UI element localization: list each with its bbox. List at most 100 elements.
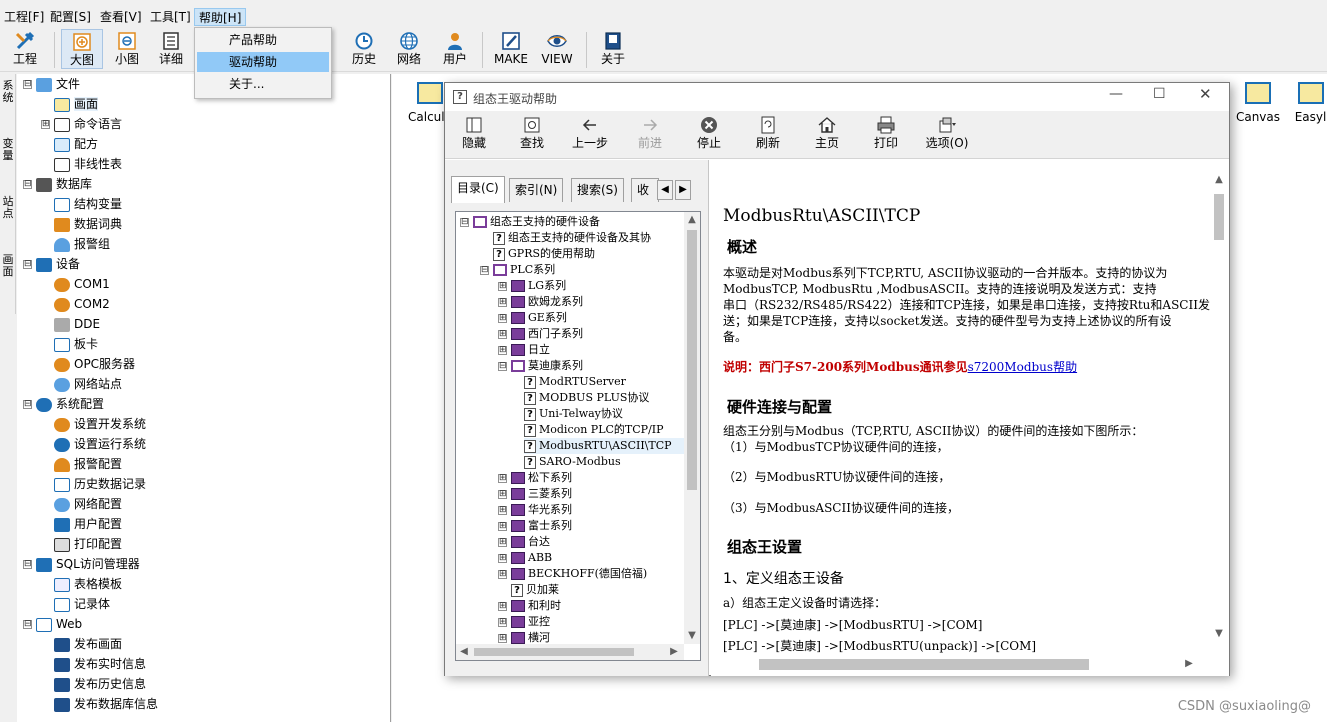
tree-node-nonlinear-table[interactable]: 非线性表	[41, 154, 122, 174]
menu-view[interactable]: 查看[V]	[96, 8, 146, 26]
tree-node-struct-variables[interactable]: 结构变量	[41, 194, 122, 214]
vtab-system[interactable]: 系统	[1, 80, 15, 104]
vtab-screens[interactable]: 画面	[1, 254, 15, 278]
menu-item-about[interactable]: 关于...	[197, 74, 329, 94]
toc-item[interactable]: ⊞ 台达	[498, 534, 550, 550]
menu-item-product-help[interactable]: 产品帮助	[197, 30, 329, 50]
toc-item[interactable]: ? 组态王支持的硬件设备及其协	[480, 230, 651, 246]
toc-item[interactable]: ⊞ ABB	[498, 550, 552, 566]
forward-button[interactable]: 前进	[623, 115, 677, 151]
tree-node-network-station[interactable]: 网络站点	[41, 374, 122, 394]
close-button[interactable]: ✕	[1199, 85, 1212, 103]
refresh-button[interactable]: 刷新	[741, 115, 795, 151]
toc-item[interactable]: ⊞ 和利时	[498, 598, 561, 614]
tree-node-data-dictionary[interactable]: 数据词典	[41, 214, 122, 234]
workspace-item-canvas[interactable]: Canvas	[1234, 82, 1282, 128]
options-button[interactable]: 选项(O)	[917, 115, 977, 151]
print-button[interactable]: 打印	[859, 115, 913, 151]
tree-node-web[interactable]: ⊟ Web	[23, 614, 82, 634]
tree-node-alarm-group[interactable]: 报警组	[41, 234, 110, 254]
tree-node-file[interactable]: ⊟ 文件	[23, 74, 80, 94]
detail-button[interactable]: 详细	[152, 29, 190, 69]
toc-item[interactable]: ⊟ 莫迪康系列	[498, 358, 583, 374]
tree-node-network-config[interactable]: 网络配置	[41, 494, 122, 514]
toc-item[interactable]: ? Modicon PLC的TCP/IP	[524, 422, 684, 438]
toc-item[interactable]: ⊞ 欧姆龙系列	[498, 294, 583, 310]
tree-node-device[interactable]: ⊟ 设备	[23, 254, 80, 274]
toc-item[interactable]: ⊞ 日立	[498, 342, 550, 358]
toc-item[interactable]: ? SARO-Modbus	[524, 454, 621, 470]
scroll-right-arrow-icon[interactable]: ▶	[666, 644, 682, 660]
content-vertical-scrollbar[interactable]: ▲ ▼	[1211, 170, 1227, 644]
about-button[interactable]: 关于	[594, 29, 632, 69]
hide-button[interactable]: 隐藏	[447, 115, 501, 151]
tree-node-publish-realtime[interactable]: 发布实时信息	[41, 654, 146, 674]
tab-favorites[interactable]: 收	[631, 178, 659, 202]
scrollbar-thumb[interactable]	[687, 230, 697, 490]
minimize-button[interactable]: —	[1109, 86, 1123, 102]
workspace-item-easyl[interactable]: Easyl	[1294, 82, 1327, 128]
tree-node-publish-screen[interactable]: 发布画面	[41, 634, 122, 654]
find-button[interactable]: 查找	[505, 115, 559, 151]
scrollbar-thumb[interactable]	[759, 659, 1089, 670]
tree-node-record-body[interactable]: 记录体	[41, 594, 110, 614]
network-button[interactable]: 网络	[390, 29, 428, 69]
content-horizontal-scrollbar[interactable]: ▶	[711, 656, 1211, 672]
toc-item[interactable]: ⊞ 三菱系列	[498, 486, 572, 502]
toc-vertical-scrollbar[interactable]: ▲ ▼	[684, 212, 700, 644]
tab-index[interactable]: 索引(N)	[509, 178, 564, 202]
toc-horizontal-scrollbar[interactable]: ◀ ▶	[456, 644, 684, 660]
tree-node-board[interactable]: 板卡	[41, 334, 98, 354]
scroll-down-arrow-icon[interactable]: ▼	[684, 628, 700, 644]
small-icon-button[interactable]: 小图	[108, 29, 146, 69]
tree-node-publish-database[interactable]: 发布数据库信息	[41, 694, 158, 714]
tree-node-dev-settings[interactable]: 设置开发系统	[41, 414, 146, 434]
menu-config[interactable]: 配置[S]	[46, 8, 95, 26]
toc-item[interactable]: ⊞ 西门子系列	[498, 326, 583, 342]
tree-node-sql-manager[interactable]: ⊟ SQL访问管理器	[23, 554, 140, 574]
tree-node-system-config[interactable]: ⊟ 系统配置	[23, 394, 104, 414]
toc-item[interactable]: ⊞ 华光系列	[498, 502, 572, 518]
tree-node-dde[interactable]: DDE	[41, 314, 100, 334]
toc-item[interactable]: ? Uni-Telway协议	[524, 406, 623, 422]
vtab-stations[interactable]: 站点	[1, 196, 15, 220]
toc-item[interactable]: ⊞ 松下系列	[498, 470, 572, 486]
menu-tools[interactable]: 工具[T]	[146, 8, 195, 26]
tree-node-table-template[interactable]: 表格模板	[41, 574, 122, 594]
home-button[interactable]: 主页	[800, 115, 854, 151]
toc-item[interactable]: ? MODBUS PLUS协议	[524, 390, 649, 406]
tree-node-runtime-settings[interactable]: 设置运行系统	[41, 434, 146, 454]
tree-node-recipe[interactable]: 配方	[41, 134, 98, 154]
tree-node-com1[interactable]: COM1	[41, 274, 110, 294]
tree-node-user-config[interactable]: 用户配置	[41, 514, 122, 534]
tree-node-screen[interactable]: 画面	[41, 94, 99, 114]
toc-item[interactable]: ⊞ BECKHOFF(德国倍福)	[498, 566, 647, 582]
tab-contents[interactable]: 目录(C)	[451, 176, 505, 203]
make-button[interactable]: MAKE	[490, 29, 532, 69]
tree-node-print-config[interactable]: 打印配置	[41, 534, 122, 554]
tree-node-com2[interactable]: COM2	[41, 294, 110, 314]
tab-search[interactable]: 搜索(S)	[571, 178, 624, 202]
tree-node-publish-history[interactable]: 发布历史信息	[41, 674, 146, 694]
history-button[interactable]: 历史	[346, 29, 382, 69]
tab-scroll-left-button[interactable]: ◀	[657, 180, 673, 200]
toc-item[interactable]: ? ModRTUServer	[524, 374, 626, 390]
scrollbar-thumb[interactable]	[474, 648, 634, 656]
toc-item[interactable]: ⊞ LG系列	[498, 278, 566, 294]
scroll-down-arrow-icon[interactable]: ▼	[1211, 626, 1227, 642]
scroll-up-arrow-icon[interactable]: ▲	[684, 212, 700, 228]
stop-button[interactable]: 停止	[682, 115, 736, 151]
toc-item[interactable]: ⊞ 亚控	[498, 614, 550, 630]
menu-help[interactable]: 帮助[H]	[194, 8, 247, 26]
back-button[interactable]: 上一步	[563, 115, 617, 151]
toc-item[interactable]: ⊟ PLC系列	[480, 262, 555, 278]
view-button[interactable]: VIEW	[536, 29, 578, 69]
toc-item[interactable]: ⊟ 组态王支持的硬件设备	[460, 214, 600, 230]
tree-node-database[interactable]: ⊟ 数据库	[23, 174, 92, 194]
menu-project[interactable]: 工程[F]	[0, 8, 48, 26]
toc-item-selected[interactable]: ? ModbusRTU\ASCII\TCP	[524, 438, 684, 454]
vtab-variables[interactable]: 变量	[1, 138, 15, 162]
user-button[interactable]: 用户	[436, 29, 474, 69]
maximize-button[interactable]: ☐	[1153, 86, 1166, 102]
scroll-up-arrow-icon[interactable]: ▲	[1211, 172, 1227, 188]
